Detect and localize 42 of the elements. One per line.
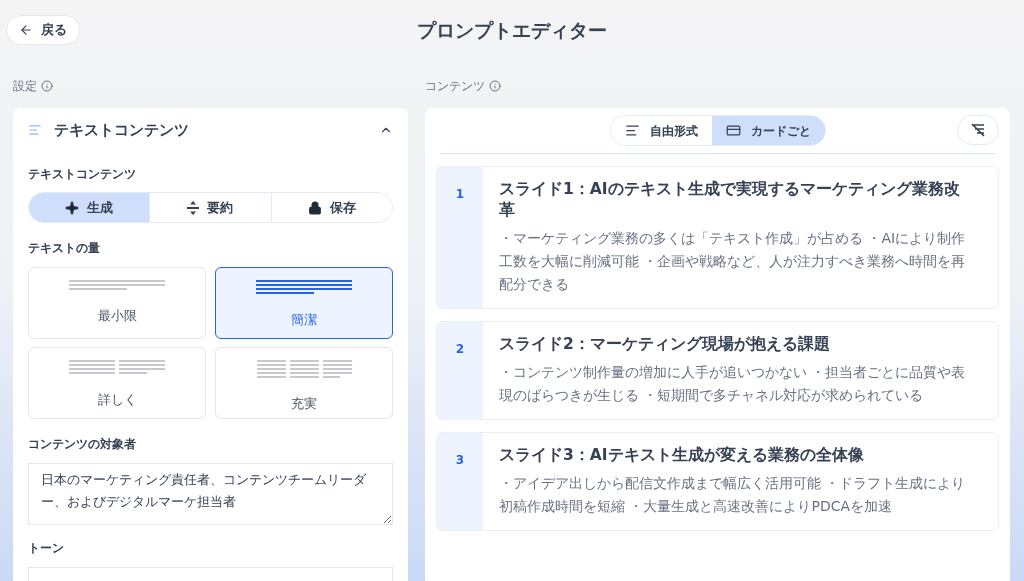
field-label: コンテンツの対象者 [28, 436, 137, 453]
strikethrough-lines-icon [970, 123, 986, 137]
panel-title: テキストコンテンツ [54, 119, 189, 141]
info-icon [489, 80, 501, 92]
amount-option[interactable]: 最小限 [28, 267, 206, 339]
back-button[interactable]: 戻る [6, 15, 80, 45]
slide-body: ・マーケティング業務の多くは「テキスト作成」が占める ・AIにより制作工数を大幅に削減可能 ・企画や戦略など、人が注力すべき業務へ時間を再配分できる [499, 229, 967, 294]
text-lines-icon [256, 280, 352, 294]
section-label: 設定 [13, 78, 37, 95]
slide-card[interactable]: 3 スライド3：AIテキスト生成が変える業務の全体像 ・アイデア出しから配信文作成まで幅広く活用可能 ・ドラフト生成により初稿作成時間を短縮 ・大量生成と高速改善によりPDCAを加速 [436, 432, 999, 531]
field-label: トーン [28, 540, 65, 557]
slide-card[interactable]: 1 スライド1：AIのテキスト生成で実現するマーケティング業務改革 ・マーケティング業務の多くは「テキスト作成」が占める ・AIにより制作工数を大幅に削減可能 ・企画や戦略など、人が注力すべき業務へ時間を再配分できる [436, 166, 999, 309]
amount-option[interactable]: 充実 [215, 347, 393, 419]
compress-icon [187, 200, 200, 215]
text-lines-icon [28, 123, 42, 137]
mode-option[interactable]: 保存 [270, 193, 392, 222]
text-align-icon [624, 123, 640, 138]
audience-field[interactable]: 日本のマーケティング責任者、コンテンツチームリーダー、およびデジタルマーケ担当者 [28, 463, 393, 525]
info-icon [41, 80, 53, 92]
slide-card[interactable]: 2 スライド2：マーケティング現場が抱える課題 ・コンテンツ制作量の増加に人手が追いつかない ・担当者ごとに品質や表現のばらつきが生じる ・短期間で多チャネル対応が求められている [436, 321, 999, 420]
mode-option[interactable]: 生成 [29, 193, 150, 222]
lock-icon [307, 200, 322, 215]
field-label: テキストの量 [28, 240, 101, 257]
slide-title: スライド3：AIテキスト生成が変える業務の全体像 [499, 445, 865, 466]
slide-number: 3 [455, 452, 465, 469]
amount-option[interactable]: 詳しく [28, 347, 206, 419]
slide-title: スライド2：マーケティング現場が抱える課題 [499, 334, 831, 355]
text-lines-icon [69, 280, 165, 290]
page-title: プロンプトエディター [417, 17, 607, 43]
card-icon [725, 123, 741, 138]
amount-option[interactable]: 簡潔 [215, 267, 393, 339]
text-lines-icon [256, 360, 352, 378]
text-lines-icon [69, 360, 165, 374]
view-option[interactable]: カードごと [711, 116, 825, 145]
slide-body: ・アイデア出しから配信文作成まで幅広く活用可能 ・ドラフト生成により初稿作成時間を短縮 ・大量生成と高速改善によりPDCAを加速 [499, 474, 967, 516]
slide-title: スライド1：AIのテキスト生成で実現するマーケティング業務改革 [499, 179, 961, 221]
slide-number: 1 [455, 186, 465, 203]
field-label: テキストコンテンツ [28, 166, 137, 183]
section-label: コンテンツ [425, 78, 485, 95]
slide-number: 2 [455, 341, 465, 358]
sparkle-icon [65, 200, 80, 215]
slide-body: ・コンテンツ制作量の増加に人手が追いつかない ・担当者ごとに品質や表現のばらつきが生じる ・短期間で多チャネル対応が求められている [499, 363, 967, 405]
